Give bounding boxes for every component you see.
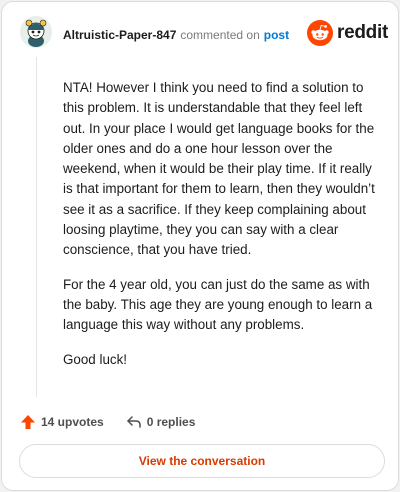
reply-button[interactable]: 0 replies — [126, 414, 196, 430]
byline-verb: commented on — [180, 28, 260, 42]
comment-paragraph-1: NTA! However I think you need to find a … — [63, 80, 375, 258]
comment-header: Altruistic-Paper-847 commented on post red… — [20, 16, 388, 52]
avatar[interactable] — [20, 16, 52, 48]
comment-body: NTA! However I think you need to find a … — [63, 78, 383, 384]
upvote-arrow-icon — [21, 415, 35, 429]
comment-actions: 14 upvotes 0 replies — [20, 412, 195, 432]
reddit-logo-icon — [307, 20, 334, 46]
post-link[interactable]: post — [264, 28, 289, 42]
view-conversation-button[interactable]: View the conversation — [19, 444, 385, 478]
upvote-count: 14 upvotes — [41, 415, 104, 429]
comment-card: Altruistic-Paper-847 commented on post red… — [1, 1, 399, 491]
comment-paragraph-2: For the 4 year old, you can just do the … — [63, 276, 373, 333]
byline: Altruistic-Paper-847 commented on post — [63, 28, 289, 42]
snoo-avatar-icon — [20, 16, 52, 48]
thread-line — [36, 57, 37, 397]
reply-icon — [126, 416, 141, 428]
comment-paragraph-3: Good luck! — [63, 351, 128, 367]
reddit-wordmark: reddit — [337, 22, 388, 43]
author-name[interactable]: Altruistic-Paper-847 — [63, 28, 176, 42]
reply-count: 0 replies — [146, 415, 196, 429]
reddit-brand[interactable]: reddit — [307, 19, 388, 47]
upvote-button[interactable]: 14 upvotes — [20, 414, 104, 430]
